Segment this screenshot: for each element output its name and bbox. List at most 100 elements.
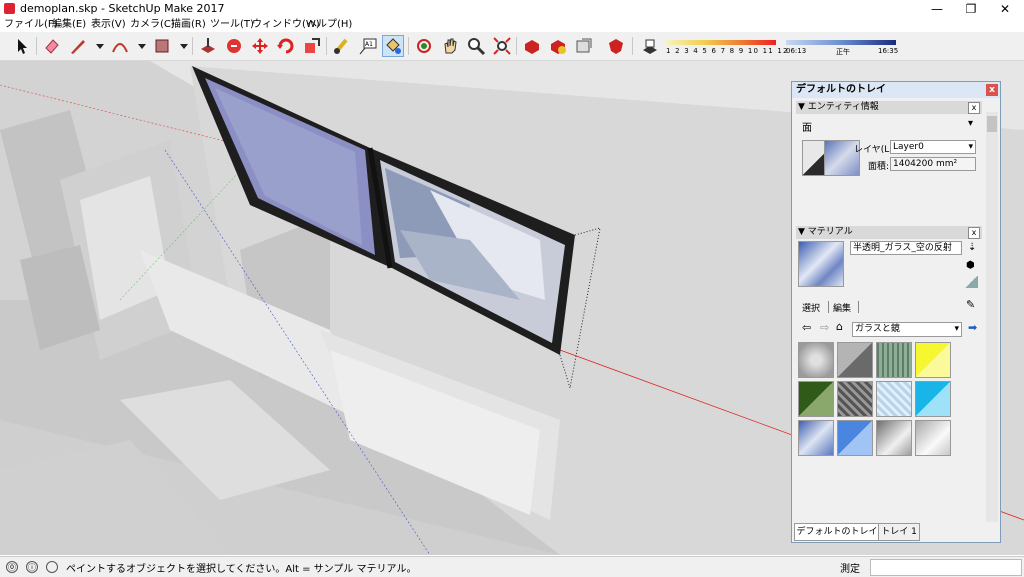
materials-header[interactable]: ▼ マテリアル x — [796, 226, 982, 239]
3d-warehouse-icon[interactable] — [522, 36, 542, 56]
material-name-field[interactable]: 半透明_ガラス_空の反射 — [850, 241, 962, 255]
toolbar-divider — [408, 37, 409, 55]
pencil-line-icon[interactable] — [68, 36, 88, 56]
chevron-down-icon[interactable] — [132, 36, 146, 56]
month-tick: 9 — [738, 47, 745, 55]
section-close-button[interactable]: x — [968, 102, 980, 114]
zoom-extents-icon[interactable] — [492, 36, 512, 56]
material-swatch[interactable] — [876, 342, 912, 378]
default-material-icon[interactable] — [964, 276, 978, 288]
entity-info-title: エンティティ情報 — [807, 102, 879, 112]
orbit-icon[interactable] — [414, 36, 434, 56]
material-swatch[interactable] — [915, 420, 951, 456]
entity-info-header[interactable]: ▼ エンティティ情報 x — [796, 101, 982, 114]
chevron-down-icon: ▾ — [968, 142, 973, 152]
section-close-button[interactable]: x — [968, 227, 980, 239]
sketchup-app-icon — [4, 3, 15, 14]
send-to-layout-icon[interactable] — [574, 36, 594, 56]
title-bar: demoplan.skp - SketchUp Make 2017 — ❐ ✕ — [0, 0, 1024, 18]
menu-help[interactable]: ヘルプ(H) — [307, 18, 352, 32]
create-material-icon[interactable]: ⇣ — [968, 242, 976, 253]
material-swatch[interactable] — [915, 381, 951, 417]
chevron-down-icon[interactable] — [174, 36, 188, 56]
close-button[interactable]: ✕ — [988, 0, 1022, 18]
extension-warehouse-icon[interactable] — [548, 36, 568, 56]
scrollbar-thumb[interactable] — [987, 116, 997, 132]
measurements-input[interactable] — [870, 559, 1022, 576]
shadow-time-slider[interactable]: 06:13 正午 16:35 — [786, 38, 898, 58]
home-icon[interactable]: ⌂ — [836, 320, 843, 333]
menu-view[interactable]: 表示(V) — [91, 18, 126, 32]
text-label-icon[interactable]: A1 — [358, 36, 378, 56]
time-gradient-bar — [786, 40, 896, 45]
maximize-button[interactable]: ❐ — [954, 0, 988, 18]
layer-select[interactable]: Layer0 ▾ — [890, 140, 976, 154]
arc-icon[interactable] — [110, 36, 130, 56]
material-swatch[interactable] — [837, 381, 873, 417]
material-swatch[interactable] — [798, 420, 834, 456]
current-material-preview[interactable] — [798, 241, 844, 287]
material-swatch[interactable] — [876, 420, 912, 456]
layer-value: Layer0 — [893, 142, 924, 152]
material-swatch[interactable] — [876, 381, 912, 417]
tray-title-bar: デフォルトのトレイ x — [792, 82, 1000, 98]
collection-select[interactable]: ガラスと鏡 ▾ — [852, 322, 962, 337]
rectangle-icon[interactable] — [152, 36, 172, 56]
follow-me-icon[interactable] — [224, 36, 244, 56]
back-arrow-icon[interactable]: ⇦ — [802, 321, 811, 334]
menu-camera[interactable]: カメラ(C) — [130, 18, 175, 32]
move-icon[interactable] — [250, 36, 270, 56]
pan-hand-icon[interactable] — [440, 36, 460, 56]
tab-tray-1[interactable]: トレイ 1 — [878, 523, 920, 541]
chevron-down-icon[interactable] — [90, 36, 104, 56]
material-swatch[interactable] — [837, 420, 873, 456]
material-name: 半透明_ガラス_空の反射 — [853, 243, 952, 253]
toolbar-divider — [192, 37, 193, 55]
material-swatch[interactable] — [915, 342, 951, 378]
status-bar: ⓪ ⓘ ペイントするオブジェクトを選択してください。Alt = サンプル マテリ… — [0, 556, 1024, 577]
eraser-icon[interactable] — [42, 36, 62, 56]
info-icon[interactable]: ⓘ — [26, 561, 38, 573]
eyedropper-icon[interactable]: ✎ — [966, 298, 975, 311]
select-arrow-icon[interactable] — [12, 36, 32, 56]
time-noon-label: 正午 — [836, 48, 850, 56]
main-toolbar: A1 1 2 3 4 5 6 7 8 9 10 11 12 06:13 正午 1… — [0, 32, 1024, 61]
shadow-settings-icon[interactable] — [640, 36, 660, 56]
sample-paint-icon[interactable]: ⬢ — [966, 260, 975, 271]
collapse-triangle-icon: ▼ — [798, 102, 805, 112]
account-icon[interactable] — [46, 561, 58, 573]
tape-measure-icon[interactable] — [332, 36, 352, 56]
material-swatch[interactable] — [798, 342, 834, 378]
tray-scrollbar[interactable] — [986, 112, 998, 522]
scale-icon[interactable] — [302, 36, 322, 56]
tray-close-button[interactable]: x — [986, 84, 998, 96]
menu-edit[interactable]: 編集(E) — [52, 18, 86, 32]
tab-divider — [858, 301, 859, 313]
zoom-icon[interactable] — [466, 36, 486, 56]
menu-draw[interactable]: 描画(R) — [171, 18, 206, 32]
georeference-icon[interactable]: ⓪ — [6, 561, 18, 573]
extension-manager-icon[interactable] — [606, 36, 626, 56]
collapse-triangle-icon: ▼ — [798, 227, 805, 237]
toolbar-divider — [516, 37, 517, 55]
minimize-button[interactable]: — — [920, 0, 954, 18]
forward-arrow-icon[interactable]: ⇨ — [820, 321, 829, 334]
menu-file[interactable]: ファイル(F) — [4, 18, 58, 32]
svg-text:A1: A1 — [365, 41, 373, 48]
menu-tools[interactable]: ツール(T) — [210, 18, 254, 32]
tab-select[interactable]: 選択 — [802, 301, 820, 314]
measure-label: 測定 — [840, 564, 860, 575]
collection-value: ガラスと鏡 — [855, 324, 900, 334]
push-pull-icon[interactable] — [198, 36, 218, 56]
material-swatch[interactable] — [798, 381, 834, 417]
paint-bucket-icon[interactable] — [382, 35, 404, 57]
tab-default-tray[interactable]: デフォルトのトレイ — [794, 523, 880, 541]
entity-type-label: 面 — [802, 123, 812, 134]
rotate-icon[interactable] — [276, 36, 296, 56]
window-title: demoplan.skp - SketchUp Make 2017 — [20, 2, 225, 15]
material-swatch[interactable] — [837, 342, 873, 378]
details-arrow-icon[interactable]: ➡ — [968, 321, 977, 334]
shadow-date-slider[interactable]: 1 2 3 4 5 6 7 8 9 10 11 12 — [666, 38, 787, 58]
tab-edit[interactable]: 編集 — [833, 301, 851, 314]
pin-details-icon[interactable]: ▾ — [968, 118, 973, 129]
